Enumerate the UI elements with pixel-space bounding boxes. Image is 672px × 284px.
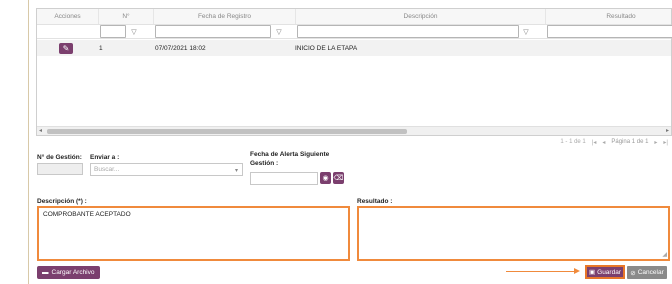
filter-resultado-input[interactable]: [547, 25, 672, 38]
horizontal-scrollbar[interactable]: ◂ ▸: [37, 126, 671, 135]
grid-filter-row: ▽ ▽ ▽: [37, 25, 672, 39]
descripcion-value: COMPROBANTE ACEPTADO: [43, 211, 131, 218]
descripcion-label: Descripción (*) :: [37, 198, 87, 205]
pager-first-icon[interactable]: |◂: [592, 139, 597, 146]
grid-header: Acciones N° Fecha de Registro Descripció…: [37, 9, 671, 25]
guardar-label: Guardar: [597, 268, 621, 276]
guardar-button[interactable]: ▣ Guardar: [585, 265, 625, 279]
save-icon: ▣: [588, 269, 596, 276]
table-row[interactable]: ✎ 1 07/07/2021 18:02 INICIO DE LA ETAPA: [37, 40, 671, 56]
enviar-placeholder: Buscar...: [94, 166, 120, 173]
filter-descripcion-input[interactable]: [297, 25, 519, 38]
pager: 1 - 1 de 1 |◂ ◂ Página 1 de 1 ▸ ▸|: [560, 139, 668, 146]
row-resultado: [546, 40, 666, 56]
filter-icon[interactable]: ▽: [274, 25, 284, 38]
filter-icon[interactable]: ▽: [521, 25, 531, 38]
history-grid: Acciones N° Fecha de Registro Descripció…: [36, 8, 672, 136]
num-gestion-field: [37, 163, 83, 175]
col-numero[interactable]: N°: [99, 9, 154, 24]
pager-next-icon[interactable]: ▸: [654, 139, 657, 146]
cancel-icon: ⊘: [630, 269, 636, 277]
col-resultado[interactable]: Resultado: [546, 9, 672, 24]
cancelar-label: Cancelar: [637, 269, 664, 276]
calendar-icon[interactable]: ◉: [320, 172, 331, 184]
filter-icon[interactable]: ▽: [129, 25, 139, 38]
pager-range: 1 - 1 de 1: [560, 139, 586, 145]
descripcion-textarea[interactable]: COMPROBANTE ACEPTADO: [37, 206, 350, 261]
resultado-label: Resultado :: [357, 198, 393, 205]
cargar-archivo-label: Cargar Archivo: [51, 269, 95, 276]
pager-page: Página 1 de 1: [611, 139, 649, 145]
resize-grip-icon[interactable]: ◢: [662, 251, 667, 258]
cancelar-button[interactable]: ⊘ Cancelar: [627, 266, 667, 279]
filter-numero-input[interactable]: [100, 25, 126, 38]
resultado-textarea[interactable]: ◢: [357, 206, 670, 261]
num-gestion-label: N° de Gestión:: [37, 154, 82, 161]
enviar-label: Enviar a :: [90, 154, 120, 161]
filter-fecha-input[interactable]: [155, 25, 271, 38]
row-fecha: 07/07/2021 18:02: [155, 44, 206, 52]
row-num: 1: [99, 44, 103, 52]
annotation-arrowhead: [574, 268, 580, 274]
annotation-arrow: [506, 271, 576, 272]
fecha-alerta-input[interactable]: [250, 172, 318, 185]
cargar-archivo-button[interactable]: ▬ Cargar Archivo: [37, 266, 100, 279]
col-descripcion[interactable]: Descripción: [296, 9, 546, 24]
clear-date-icon[interactable]: ⌫: [333, 172, 344, 184]
enviar-select[interactable]: Buscar... ▾: [90, 163, 243, 176]
row-descripcion: INICIO DE LA ETAPA: [295, 44, 358, 52]
chevron-down-icon: ▾: [234, 168, 238, 174]
scroll-right-icon[interactable]: ▸: [666, 127, 669, 136]
folder-icon: ▬: [42, 269, 49, 276]
scrollbar-thumb[interactable]: [47, 129, 407, 134]
scroll-left-icon[interactable]: ◂: [39, 127, 42, 136]
fecha-alerta-label-2: Gestión :: [250, 160, 279, 167]
pager-prev-icon[interactable]: ◂: [602, 139, 605, 146]
fecha-alerta-label: Fecha de Alerta Siguiente: [250, 151, 330, 158]
col-acciones[interactable]: Acciones: [37, 9, 99, 24]
pager-last-icon[interactable]: ▸|: [663, 139, 668, 146]
col-fecha-registro[interactable]: Fecha de Registro: [154, 9, 296, 24]
edit-icon[interactable]: ✎: [59, 43, 73, 54]
row-actions: ✎: [37, 40, 99, 56]
